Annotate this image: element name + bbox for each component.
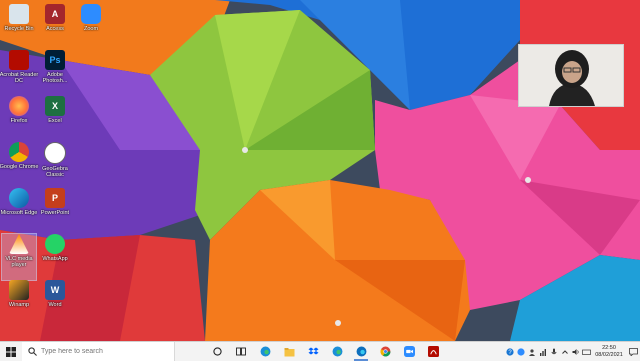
zoom-tray-icon[interactable]: [515, 342, 526, 361]
acrobat-icon: [9, 50, 29, 70]
desktop: Recycle Bin A Access Zoom Acrobat Reader DC P…: [0, 0, 640, 341]
task-view-icon: [236, 347, 246, 356]
desktop-icon-label: Adobe Photosh...: [42, 72, 68, 84]
desktop-icon-label: Excel: [48, 118, 62, 124]
taskbar-app-chrome[interactable]: [373, 342, 397, 361]
access-icon: A: [45, 4, 65, 24]
webcam-video-overlay: [518, 44, 624, 107]
system-tray: ? 22:50 08/02/2021: [504, 342, 640, 361]
chrome-icon: [9, 142, 29, 162]
notifications-icon[interactable]: [626, 342, 640, 361]
taskbar: ? 22:50 08/02/2021: [0, 341, 640, 361]
microphone-icon[interactable]: [548, 342, 559, 361]
desktop-icon-winamp[interactable]: Winamp: [2, 280, 36, 326]
desktop-icon-acrobat[interactable]: Acrobat Reader DC: [0, 50, 39, 96]
acrobat-icon: [427, 346, 439, 357]
desktop-icon-powerpoint[interactable]: P PowerPoint: [38, 188, 72, 234]
taskbar-app-edge-active[interactable]: [349, 342, 373, 361]
desktop-icon-label: Microsoft Edge: [0, 210, 38, 216]
edge-active-icon: [356, 346, 367, 357]
clock-date: 08/02/2021: [595, 351, 623, 358]
desktop-icon-label: WhatsApp: [42, 256, 68, 262]
desktop-icon-word[interactable]: W Word: [38, 280, 72, 326]
desktop-icon-label: Winamp: [8, 302, 30, 308]
recycle-bin-icon: [9, 4, 29, 24]
volume-icon[interactable]: [570, 342, 581, 361]
excel-icon: X: [45, 96, 65, 116]
whatsapp-icon: [45, 234, 65, 254]
desktop-icon-label: Zoom: [83, 26, 99, 32]
taskbar-app-task-view[interactable]: [229, 342, 253, 361]
help-icon[interactable]: ?: [504, 342, 515, 361]
desktop-icon-label: Google Chrome: [0, 164, 39, 170]
taskbar-app-file-explorer[interactable]: [277, 342, 301, 361]
people-icon[interactable]: [526, 342, 537, 361]
desktop-icon-vlc[interactable]: VLC media player: [1, 233, 37, 281]
dropbox-icon: [308, 347, 319, 357]
winamp-icon: [9, 280, 29, 300]
vlc-icon: [9, 234, 29, 254]
desktop-icon-zoom[interactable]: Zoom: [74, 4, 108, 50]
file-explorer-icon: [284, 347, 295, 357]
taskbar-app-cortana[interactable]: [205, 342, 229, 361]
taskbar-app-zoom[interactable]: [397, 342, 421, 361]
chrome-icon: [379, 346, 391, 357]
network-icon[interactable]: [537, 342, 548, 361]
desktop-icon-firefox[interactable]: Firefox: [2, 96, 36, 142]
taskbar-apps: [205, 342, 445, 361]
taskbar-app-acrobat[interactable]: [421, 342, 445, 361]
desktop-icon-label: Recycle Bin: [4, 26, 34, 32]
chevron-up-icon[interactable]: [559, 342, 570, 361]
search-icon: [28, 347, 37, 356]
edge-icon: [332, 346, 343, 357]
taskbar-app-edge[interactable]: [325, 342, 349, 361]
cortana-icon: [212, 347, 222, 356]
start-button[interactable]: [0, 342, 22, 361]
keyboard-icon[interactable]: [581, 342, 592, 361]
desktop-icon-label: GeoGebra Classic: [42, 166, 68, 178]
zoom-icon: [81, 4, 101, 24]
desktop-icon-label: Firefox: [10, 118, 28, 124]
desktop-icon-label: Word: [48, 302, 62, 308]
windows-logo-icon: [6, 346, 16, 357]
taskbar-app-dropbox[interactable]: [301, 342, 325, 361]
desktop-icon-recycle-bin[interactable]: Recycle Bin: [2, 4, 36, 50]
desktop-icon-label: Acrobat Reader DC: [0, 72, 39, 84]
powerpoint-icon: P: [45, 188, 65, 208]
desktop-icon-access[interactable]: A Access: [38, 4, 72, 50]
firefox-icon: [9, 96, 29, 116]
desktop-icon-label: PowerPoint: [40, 210, 70, 216]
taskbar-clock[interactable]: 22:50 08/02/2021: [592, 345, 626, 359]
zoom-icon: [403, 346, 415, 357]
desktop-icon-photoshop[interactable]: Ps Adobe Photosh...: [38, 50, 72, 96]
geogebra-icon: [44, 142, 66, 164]
edge-icon: [9, 188, 29, 208]
desktop-icon-chrome[interactable]: Google Chrome: [0, 142, 39, 188]
taskbar-search-box[interactable]: [22, 342, 175, 361]
desktop-icon-geogebra[interactable]: GeoGebra Classic: [38, 142, 72, 188]
photoshop-icon: Ps: [45, 50, 65, 70]
desktop-icon-excel[interactable]: X Excel: [38, 96, 72, 142]
desktop-icon-edge[interactable]: Microsoft Edge: [0, 188, 38, 234]
search-input[interactable]: [41, 348, 161, 355]
desktop-icon-label: VLC media player: [5, 256, 33, 268]
clock-time: 22:50: [602, 344, 616, 351]
taskbar-app-edge[interactable]: [253, 342, 277, 361]
edge-icon: [260, 346, 271, 357]
desktop-icon-label: Access: [46, 26, 64, 32]
desktop-icon-whatsapp[interactable]: WhatsApp: [38, 234, 72, 280]
person-video-icon: [519, 45, 623, 106]
word-icon: W: [45, 280, 65, 300]
